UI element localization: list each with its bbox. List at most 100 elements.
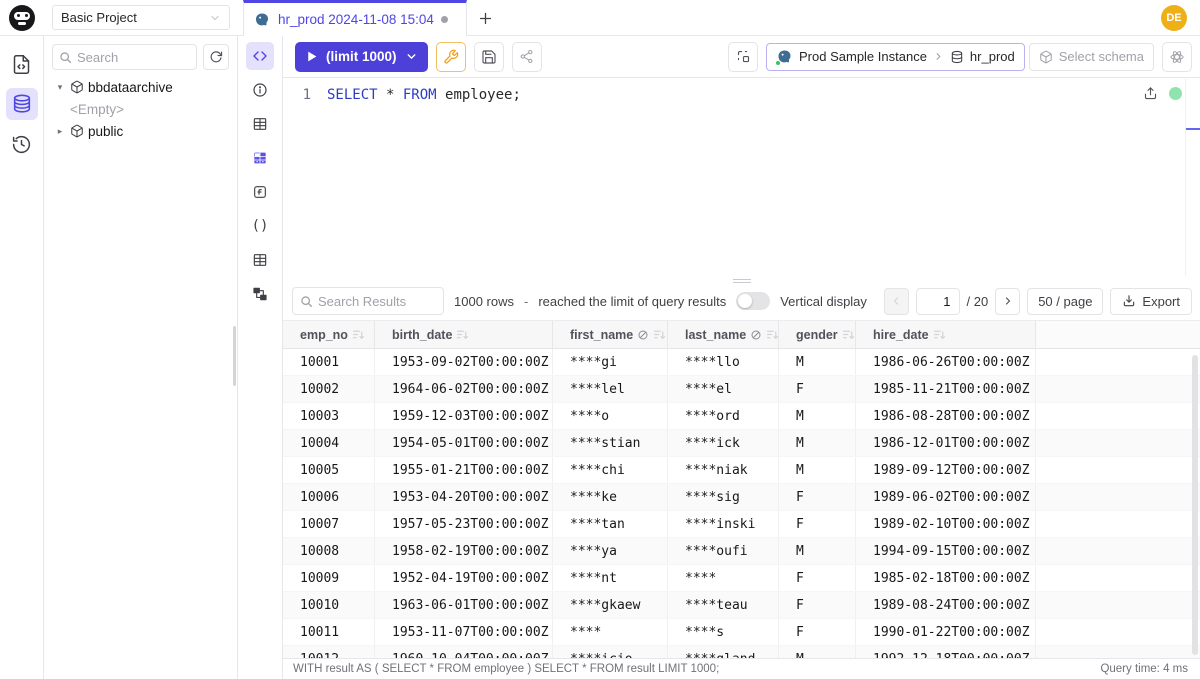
table-cell[interactable]: 1957-05-23T00:00:00Z — [375, 511, 553, 537]
history-icon[interactable] — [6, 128, 38, 160]
tab-worksheet[interactable]: hr_prod 2024-11-08 15:04 — [243, 0, 467, 36]
worksheet-icon[interactable] — [6, 48, 38, 80]
table-icon[interactable] — [246, 246, 274, 274]
table-cell[interactable]: ****el — [668, 376, 779, 402]
table-row[interactable]: 100121960-10-04T00:00:00Z****icio****gla… — [283, 646, 1200, 658]
table-cell[interactable]: 1992-12-18T00:00:00Z — [856, 646, 1036, 658]
sort-icon[interactable] — [456, 328, 469, 341]
table-cell[interactable]: 1952-04-19T00:00:00Z — [375, 565, 553, 591]
table-icon[interactable] — [246, 110, 274, 138]
table-cell[interactable]: ****s — [668, 619, 779, 645]
table-cell[interactable]: ****tan — [553, 511, 668, 537]
table-cell[interactable]: ****niak — [668, 457, 779, 483]
table-cell[interactable]: ****gi — [553, 349, 668, 375]
connection-selector[interactable]: Prod Sample Instance hr_prod — [766, 43, 1025, 71]
ai-assistant-icon[interactable] — [1162, 42, 1192, 72]
table-cell[interactable]: F — [779, 619, 856, 645]
table-cell[interactable]: ****oufi — [668, 538, 779, 564]
sort-icon[interactable] — [352, 328, 365, 341]
data-table-icon[interactable] — [246, 144, 274, 172]
table-cell[interactable]: 1953-04-20T00:00:00Z — [375, 484, 553, 510]
resize-handle[interactable] — [733, 277, 751, 285]
table-cell[interactable]: 10009 — [283, 565, 375, 591]
table-row[interactable]: 100091952-04-19T00:00:00Z****nt****F1985… — [283, 565, 1200, 592]
table-cell[interactable]: 1989-06-02T00:00:00Z — [856, 484, 1036, 510]
vertical-display-toggle[interactable] — [736, 292, 770, 310]
save-icon[interactable] — [474, 42, 504, 72]
parens-icon[interactable]: () — [246, 212, 274, 240]
table-cell[interactable]: 1964-06-02T00:00:00Z — [375, 376, 553, 402]
table-cell[interactable]: ****icio — [553, 646, 668, 658]
table-cell[interactable]: M — [779, 538, 856, 564]
export-button[interactable]: Export — [1110, 288, 1192, 315]
table-row[interactable]: 100061953-04-20T00:00:00Z****ke****sigF1… — [283, 484, 1200, 511]
table-cell[interactable]: 1989-02-10T00:00:00Z — [856, 511, 1036, 537]
sql-code-editor[interactable]: 1 SELECT * FROM employee; — [283, 78, 1200, 276]
table-cell[interactable]: F — [779, 592, 856, 618]
column-header[interactable]: hire_date — [856, 321, 1036, 348]
table-cell[interactable]: 10006 — [283, 484, 375, 510]
caret-right-icon[interactable]: ▸ — [54, 126, 66, 137]
prev-page-button[interactable] — [884, 288, 909, 315]
table-cell[interactable]: M — [779, 646, 856, 658]
function-icon[interactable] — [246, 178, 274, 206]
table-cell[interactable]: 1994-09-15T00:00:00Z — [856, 538, 1036, 564]
table-cell[interactable]: F — [779, 484, 856, 510]
table-cell[interactable]: 1985-11-21T00:00:00Z — [856, 376, 1036, 402]
table-row[interactable]: 100021964-06-02T00:00:00Z****lel****elF1… — [283, 376, 1200, 403]
table-cell[interactable]: ****teau — [668, 592, 779, 618]
table-cell[interactable]: 1986-12-01T00:00:00Z — [856, 430, 1036, 456]
database-icon[interactable] — [6, 88, 38, 120]
sort-icon[interactable] — [653, 328, 666, 341]
table-cell[interactable]: ****inski — [668, 511, 779, 537]
table-row[interactable]: 100081958-02-19T00:00:00Z****ya****oufiM… — [283, 538, 1200, 565]
table-row[interactable]: 100041954-05-01T00:00:00Z****stian****ic… — [283, 430, 1200, 457]
table-cell[interactable]: 10001 — [283, 349, 375, 375]
code-icon[interactable] — [246, 42, 274, 70]
table-row[interactable]: 100031959-12-03T00:00:00Z****o****ordM19… — [283, 403, 1200, 430]
page-size-select[interactable]: 50 / page — [1027, 288, 1103, 315]
table-cell[interactable]: 1989-08-24T00:00:00Z — [856, 592, 1036, 618]
table-cell[interactable]: 10012 — [283, 646, 375, 658]
project-selector[interactable]: Basic Project — [52, 5, 230, 30]
caret-down-icon[interactable]: ▾ — [54, 82, 66, 93]
table-cell[interactable]: F — [779, 565, 856, 591]
table-row[interactable]: 100111953-11-07T00:00:00Z********sF1990-… — [283, 619, 1200, 646]
column-header[interactable]: emp_no — [283, 321, 375, 348]
table-cell[interactable]: **** — [553, 619, 668, 645]
table-row[interactable]: 100101963-06-01T00:00:00Z****gkaew****te… — [283, 592, 1200, 619]
table-cell[interactable]: 1986-06-26T00:00:00Z — [856, 349, 1036, 375]
table-cell[interactable]: F — [779, 511, 856, 537]
tree-search-input[interactable] — [77, 50, 167, 65]
table-cell[interactable]: ****stian — [553, 430, 668, 456]
share-icon[interactable] — [512, 42, 542, 72]
table-row[interactable]: 100071957-05-23T00:00:00Z****tan****insk… — [283, 511, 1200, 538]
column-header[interactable]: gender — [779, 321, 856, 348]
table-cell[interactable]: 1959-12-03T00:00:00Z — [375, 403, 553, 429]
table-cell[interactable]: 10011 — [283, 619, 375, 645]
table-cell[interactable]: 1958-02-19T00:00:00Z — [375, 538, 553, 564]
table-cell[interactable]: 1953-11-07T00:00:00Z — [375, 619, 553, 645]
tree-item-bbdataarchive[interactable]: ▾ bbdataarchive — [44, 76, 237, 98]
results-search-input[interactable] — [318, 294, 428, 309]
table-cell[interactable]: ****gkaew — [553, 592, 668, 618]
table-cell[interactable]: 10007 — [283, 511, 375, 537]
table-cell[interactable]: 1963-06-01T00:00:00Z — [375, 592, 553, 618]
info-icon[interactable] — [246, 76, 274, 104]
user-avatar[interactable]: DE — [1161, 5, 1187, 31]
wrench-icon[interactable] — [436, 42, 466, 72]
column-header[interactable]: birth_date — [375, 321, 553, 348]
table-cell[interactable]: 10004 — [283, 430, 375, 456]
table-cell[interactable]: ****nt — [553, 565, 668, 591]
schema-selector[interactable]: Select schema — [1029, 43, 1154, 71]
format-sql-icon[interactable] — [728, 42, 758, 72]
sort-icon[interactable] — [766, 328, 779, 341]
table-cell[interactable]: ****sig — [668, 484, 779, 510]
table-cell[interactable]: ****chi — [553, 457, 668, 483]
column-header[interactable]: last_name — [668, 321, 779, 348]
table-cell[interactable]: M — [779, 457, 856, 483]
table-cell[interactable]: 1954-05-01T00:00:00Z — [375, 430, 553, 456]
table-cell[interactable]: M — [779, 430, 856, 456]
table-row[interactable]: 100051955-01-21T00:00:00Z****chi****niak… — [283, 457, 1200, 484]
sort-icon[interactable] — [842, 328, 855, 341]
